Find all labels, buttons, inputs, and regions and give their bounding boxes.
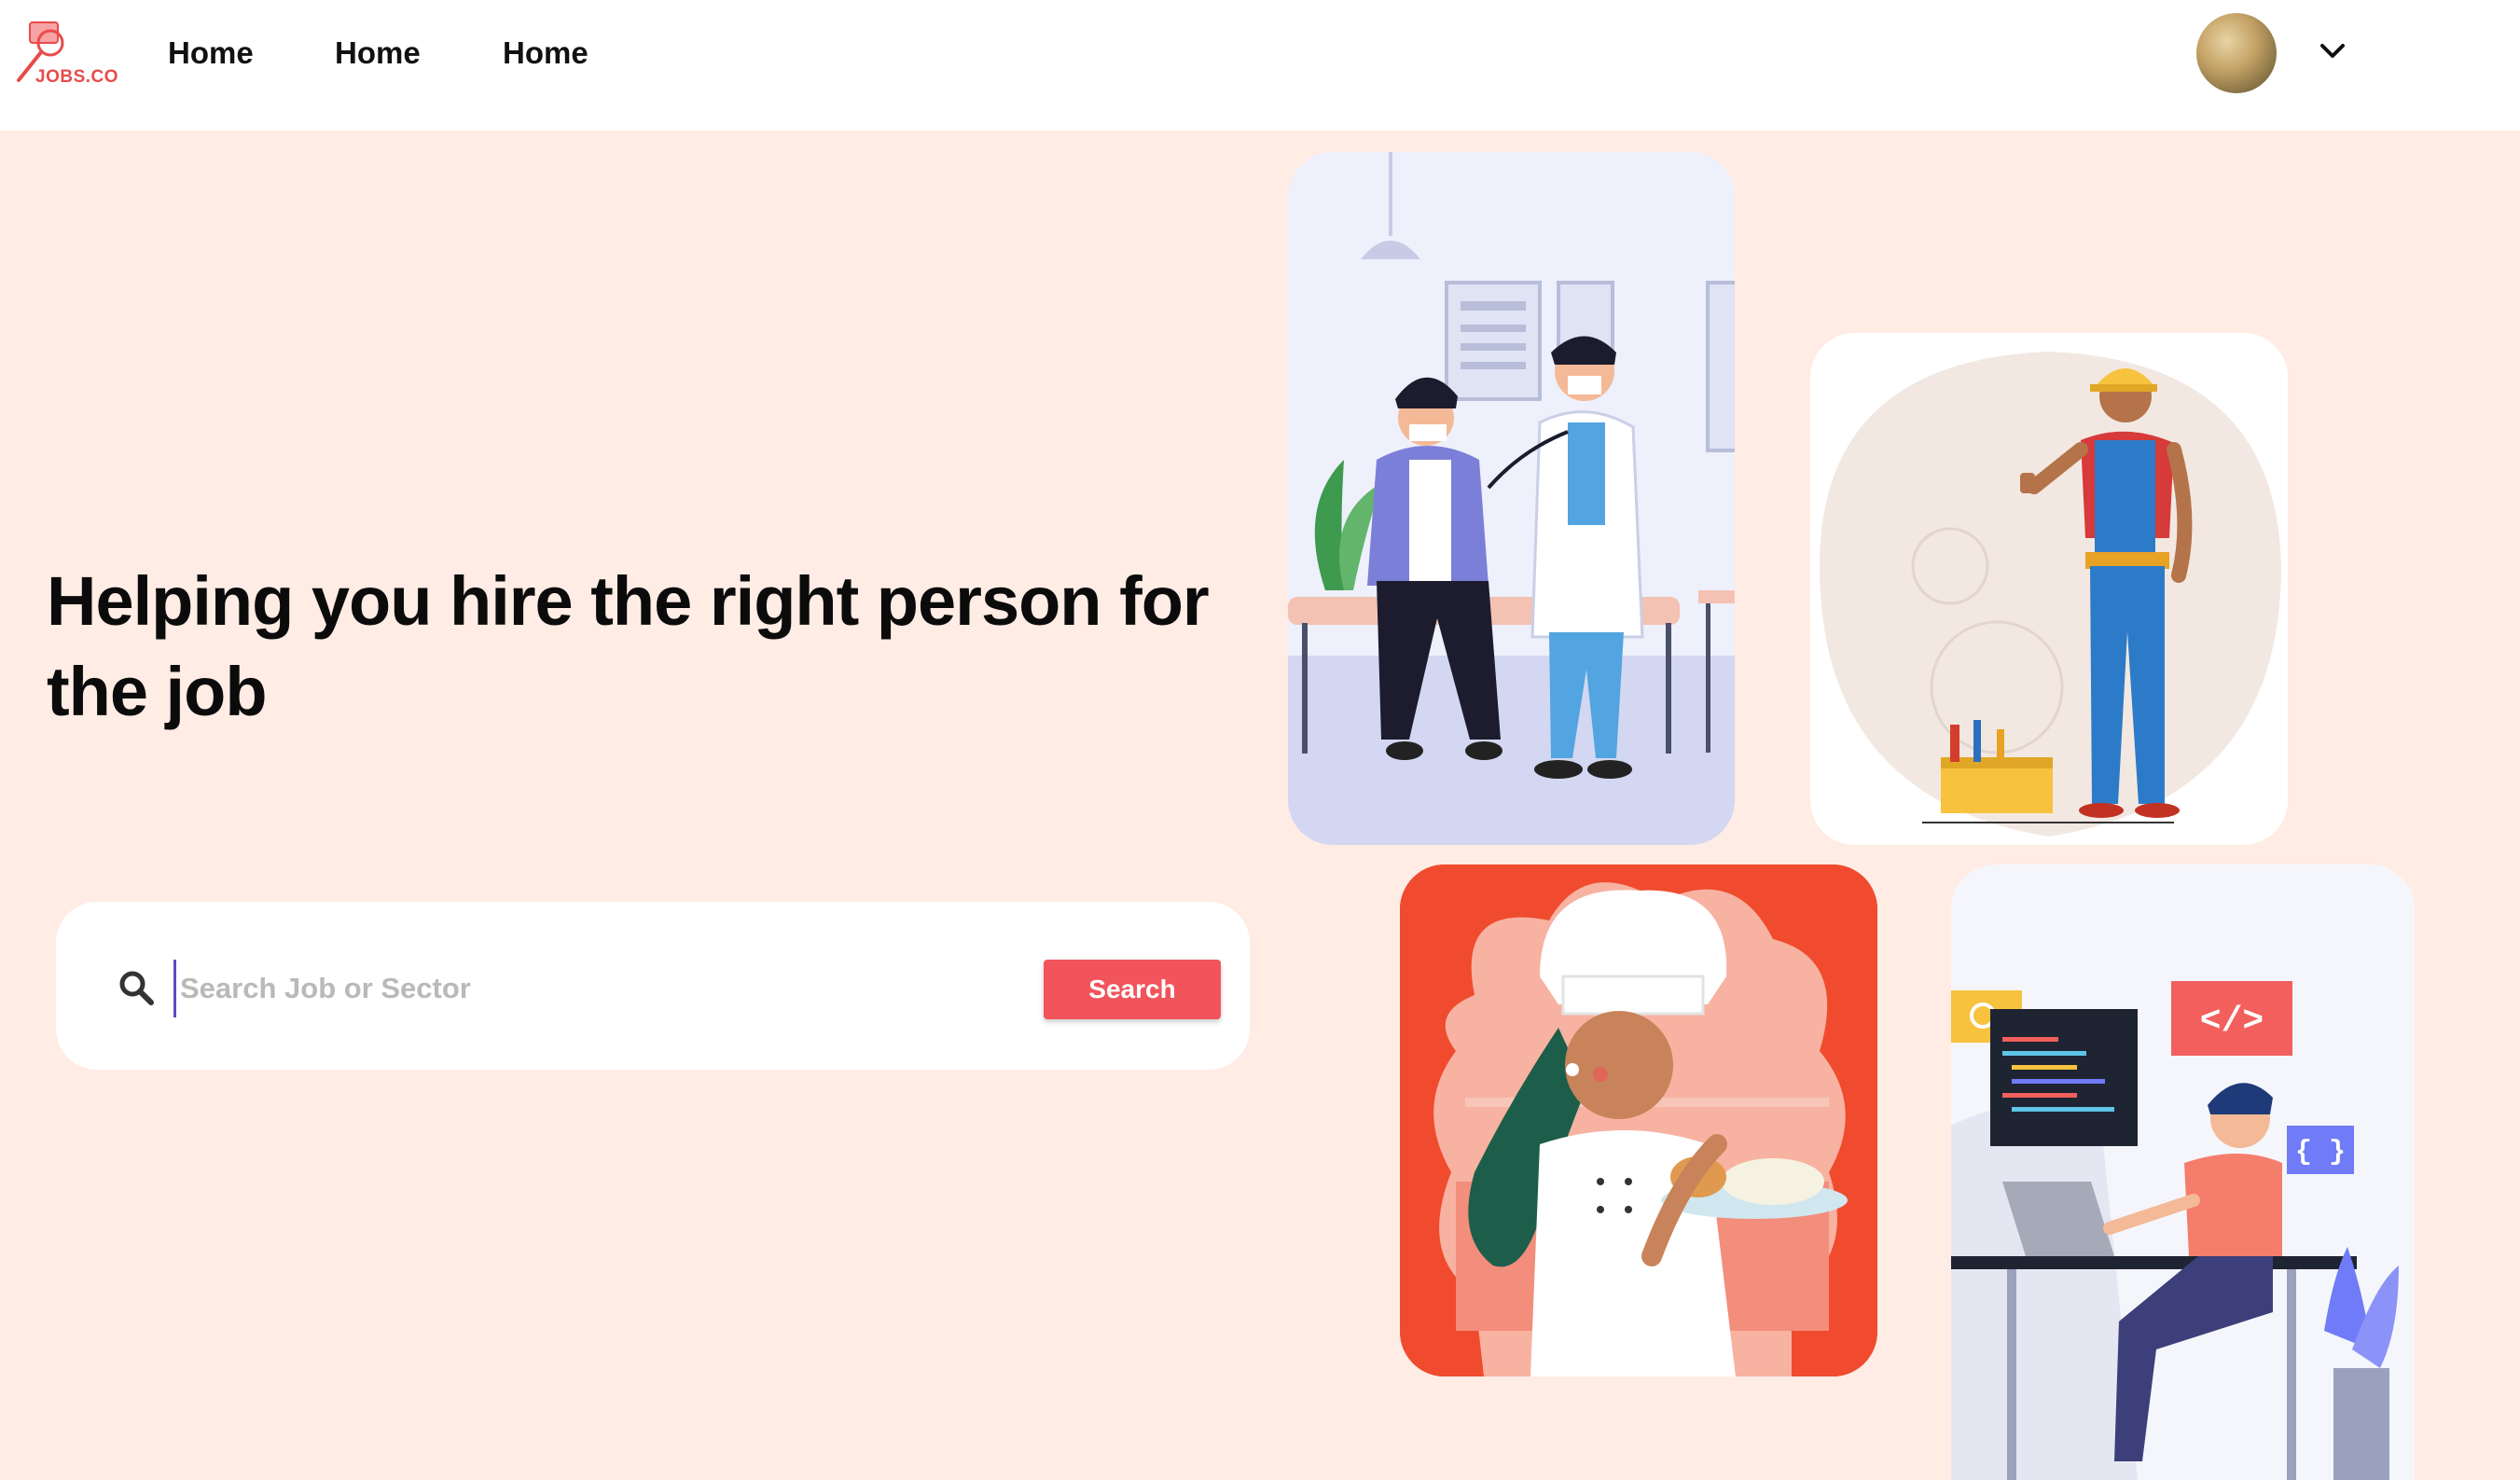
- top-navbar: JOBS.CO Home Home Home: [0, 0, 2520, 131]
- user-avatar[interactable]: [2196, 13, 2277, 93]
- search-icon: [119, 971, 154, 1005]
- doctor-patient-illustration: [1288, 152, 1735, 845]
- search-button[interactable]: Search: [1044, 960, 1221, 1019]
- nav-link-home-1[interactable]: Home: [168, 35, 254, 71]
- code-tag-text: </>: [2200, 1002, 2264, 1042]
- search-input[interactable]: [173, 960, 1003, 1017]
- hero-title: Helping you hire the right person for th…: [47, 562, 1210, 730]
- chef-illustration: [1400, 864, 1877, 1376]
- nav-link-home-3[interactable]: Home: [503, 35, 588, 71]
- chevron-down-icon[interactable]: [2319, 41, 2347, 62]
- braces-text: { }: [2295, 1137, 2346, 1169]
- developer-illustration: </> { }: [1951, 864, 2415, 1480]
- nav-link-home-2[interactable]: Home: [335, 35, 421, 71]
- search-bar: Search: [56, 902, 1250, 1070]
- jobs-co-logo[interactable]: JOBS.CO: [11, 15, 118, 90]
- construction-worker-illustration: [1810, 333, 2288, 845]
- logo-text: JOBS.CO: [35, 67, 119, 87]
